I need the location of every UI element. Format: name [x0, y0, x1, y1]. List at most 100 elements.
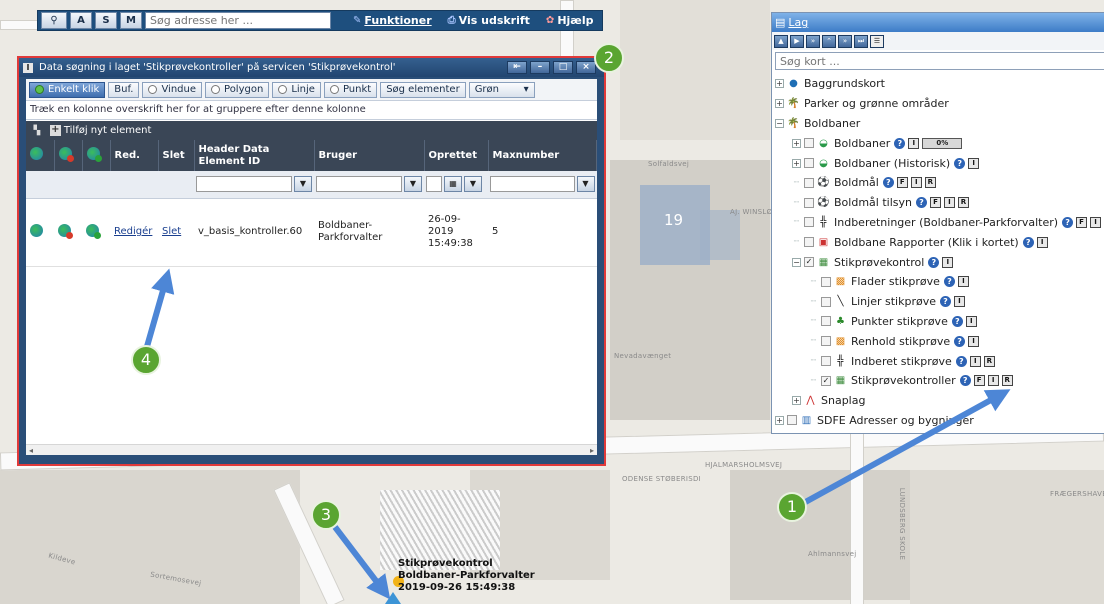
filter-icon[interactable]: ▼ [294, 176, 312, 193]
help-icon[interactable]: ? [955, 355, 967, 367]
layer-checkbox[interactable] [821, 296, 831, 307]
window-titlebar[interactable]: I Data søgning i laget 'Stikprøvekontrol… [19, 58, 604, 77]
mode-m-button[interactable]: M [120, 12, 142, 29]
restore-button[interactable]: ⇤ [507, 61, 527, 74]
calendar-icon[interactable]: ▦ [444, 176, 462, 193]
info-tag-button[interactable]: I [969, 355, 981, 367]
move-next-button[interactable]: » [838, 34, 852, 48]
layer-checkbox[interactable] [821, 336, 831, 347]
layer-checkbox[interactable] [804, 158, 814, 169]
help-icon[interactable]: ? [1022, 236, 1034, 248]
layer-checkbox[interactable] [821, 356, 831, 367]
buffer-button[interactable]: Buf. [108, 81, 140, 98]
info-tag-button[interactable]: I [943, 197, 955, 209]
info-tag-button[interactable]: I [942, 256, 954, 268]
layer-node[interactable]: − 🌴 Boldbaner [772, 114, 1104, 134]
layer-checkbox[interactable] [787, 415, 797, 426]
column-header-delete[interactable]: Slet [158, 140, 195, 171]
mode-s-button[interactable]: S [95, 12, 117, 29]
opacity-slider[interactable]: 0% [922, 137, 963, 149]
layer-node[interactable]: ┈ ╬ Indberetninger (Boldbaner-Parkforval… [772, 213, 1104, 233]
created-filter-input[interactable] [426, 176, 442, 193]
column-chooser-icon[interactable]: ▝▖ [30, 126, 44, 136]
id-filter-input[interactable] [196, 176, 292, 193]
layer-checkbox-checked[interactable]: ✓ [804, 257, 814, 268]
info-tag-button[interactable]: I [957, 276, 969, 288]
expand-icon[interactable]: + [792, 138, 801, 148]
scroll-left-icon[interactable]: ◂ [29, 446, 33, 455]
remove-map-cell[interactable] [54, 198, 82, 267]
point-select-button[interactable]: Punkt [323, 81, 378, 98]
help-icon[interactable]: ? [943, 276, 955, 288]
search-elements-button[interactable]: Søg elementer [380, 81, 466, 98]
help-icon[interactable]: ? [894, 137, 906, 149]
address-search-input[interactable] [145, 12, 331, 29]
minimize-button[interactable]: – [530, 61, 550, 74]
layer-node[interactable]: ┈ ╬ Indberet stikprøve ? I R [772, 351, 1104, 371]
layer-node[interactable]: ┈ ⚽ Boldmål ? F I R [772, 173, 1104, 193]
help-icon[interactable]: ? [882, 177, 894, 189]
functions-menu-button[interactable]: ✎ Funktioner [353, 14, 432, 27]
info-tag-button[interactable]: I [908, 137, 920, 149]
report-tag-button[interactable]: R [1001, 375, 1013, 387]
layer-checkbox[interactable] [821, 316, 831, 327]
horizontal-scrollbar[interactable]: ◂ ▸ [26, 444, 597, 455]
layer-node[interactable]: ┈ ▩ Flader stikprøve ? I [772, 272, 1104, 292]
column-header-user[interactable]: Bruger [314, 140, 425, 171]
print-button[interactable]: ⎙ Vis udskrift [448, 14, 530, 27]
expand-icon[interactable]: + [775, 415, 784, 425]
filter-icon[interactable]: ▼ [576, 176, 595, 193]
column-header-id[interactable]: Header Data Element ID [194, 140, 315, 171]
info-tag-button[interactable]: I [1090, 216, 1102, 228]
report-tag-button[interactable]: R [924, 177, 936, 189]
form-tag-button[interactable]: F [929, 197, 941, 209]
zoom-extent-button[interactable]: ⚲ [41, 12, 67, 29]
layer-node[interactable]: ┈ ♣ Punkter stikprøve ? I [772, 312, 1104, 332]
move-last-button[interactable]: ⏭ [854, 34, 868, 48]
info-tag-button[interactable]: I [968, 335, 980, 347]
user-filter-input[interactable] [316, 176, 402, 193]
help-icon[interactable]: ? [915, 197, 927, 209]
add-new-element-button[interactable]: Tilføj nyt element [64, 125, 152, 136]
layer-node[interactable]: + ▥ SDFE Adresser og bygninger [772, 411, 1104, 431]
map-search-input[interactable] [775, 52, 1104, 70]
layer-checkbox[interactable] [804, 138, 814, 149]
form-tag-button[interactable]: F [1076, 216, 1088, 228]
layer-node[interactable]: ┈ ✓ ▦ Stikprøvekontroller ? F I R [772, 371, 1104, 391]
add-map-cell[interactable] [82, 198, 110, 267]
help-icon[interactable]: ? [1062, 216, 1074, 228]
single-click-button[interactable]: Enkelt klik [29, 81, 106, 98]
layer-checkbox[interactable] [804, 197, 814, 208]
info-tag-button[interactable]: I [987, 375, 999, 387]
maxnumber-filter-input[interactable] [490, 176, 575, 193]
info-tag-button[interactable]: I [965, 315, 977, 327]
edit-link[interactable]: Redigér [114, 226, 152, 237]
scroll-right-icon[interactable]: ▸ [590, 446, 594, 455]
map-cluster-label[interactable]: 19 [664, 211, 683, 229]
info-tag-button[interactable]: I [968, 157, 980, 169]
layer-checkbox[interactable] [804, 217, 814, 228]
info-tag-button[interactable]: I [953, 296, 965, 308]
help-icon[interactable]: ? [951, 315, 963, 327]
globe-add-icon[interactable] [86, 223, 101, 239]
layer-node[interactable]: + ◒ Boldbaner (Historisk) ? I [772, 153, 1104, 173]
expand-icon[interactable]: + [792, 396, 801, 406]
collapse-all-button[interactable]: ▲ [774, 34, 788, 48]
layer-node[interactable]: ┈ ▣ Boldbane Rapporter (Klik i kortet) ?… [772, 232, 1104, 252]
filter-icon[interactable]: ▼ [404, 176, 422, 193]
globe-icon[interactable] [30, 223, 43, 237]
help-button[interactable]: ✿ Hjælp [546, 14, 594, 27]
column-header-edit[interactable]: Red. [110, 140, 159, 171]
expand-icon[interactable]: + [792, 158, 801, 168]
info-tag-button[interactable]: I [910, 177, 922, 189]
column-header-maxnumber[interactable]: Maxnumber [488, 140, 597, 171]
layer-node[interactable]: ┈ ⚽ Boldmål tilsyn ? F I R [772, 193, 1104, 213]
help-icon[interactable]: ? [928, 256, 940, 268]
group-drop-area[interactable]: Træk en kolonne overskrift her for at gr… [26, 101, 597, 120]
form-tag-button[interactable]: F [896, 177, 908, 189]
line-select-button[interactable]: Linje [272, 81, 321, 98]
help-icon[interactable]: ? [939, 296, 951, 308]
close-button[interactable]: × [576, 61, 596, 74]
help-icon[interactable]: ? [954, 335, 966, 347]
layer-panel-titlebar[interactable]: ▤ Lag [772, 13, 1104, 32]
